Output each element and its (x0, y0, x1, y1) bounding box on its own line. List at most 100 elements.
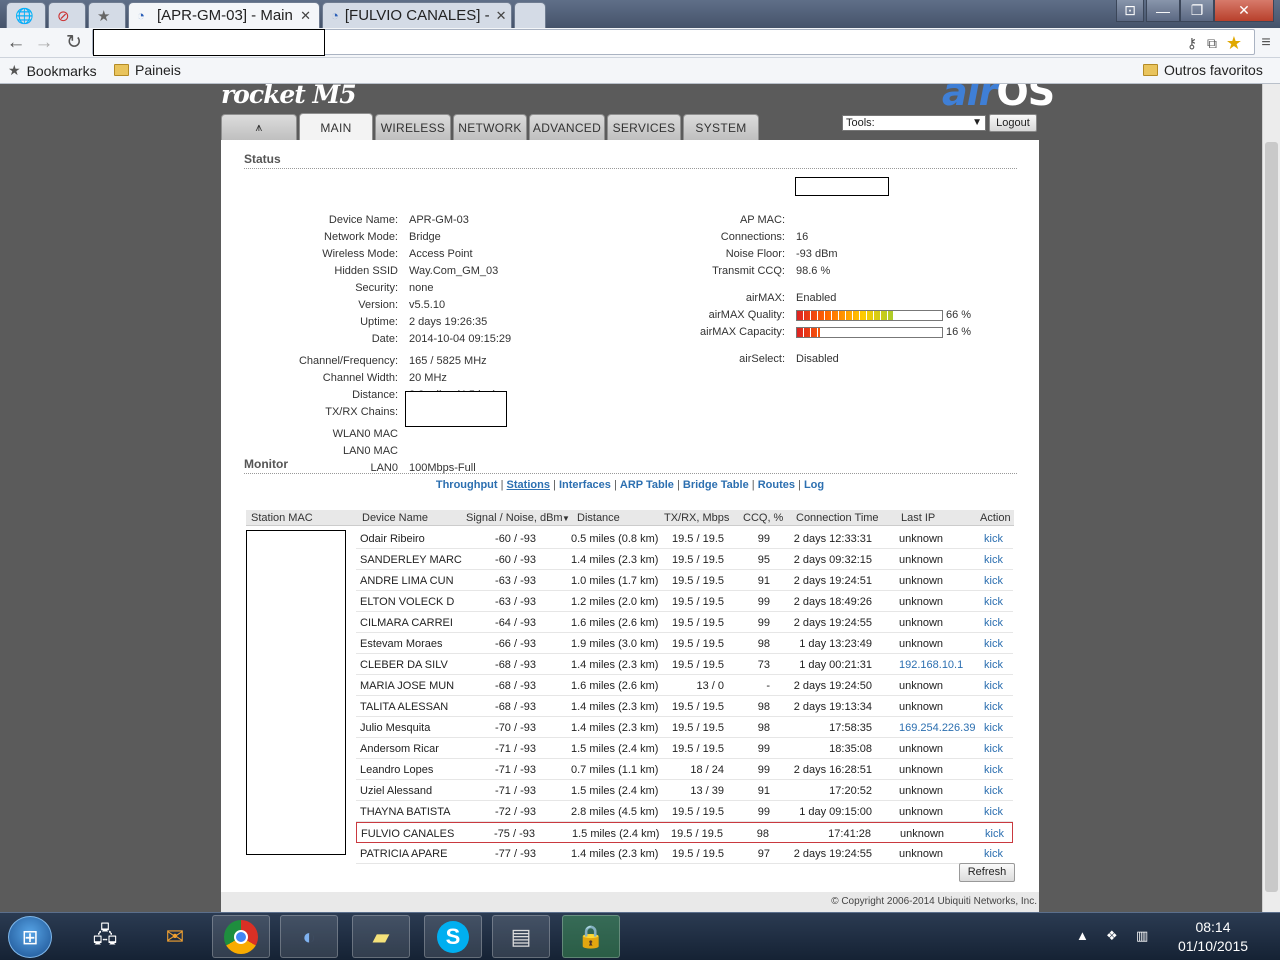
column-header[interactable]: Station MAC (251, 512, 313, 524)
close-window-button[interactable]: ✕ (1214, 0, 1274, 22)
taskbar-network-app[interactable]: 🖧 (76, 915, 134, 958)
user-icon[interactable]: ⊡ (1116, 0, 1144, 22)
kick-link[interactable]: kick (984, 701, 1003, 713)
refresh-button[interactable]: Refresh (959, 863, 1015, 882)
tab-network[interactable]: NETWORK (453, 114, 527, 140)
monitor-link-bridge-table[interactable]: Bridge Table (683, 479, 749, 491)
tab-star[interactable]: ★ (88, 2, 126, 28)
table-row: Julio Mesquita -70 / -93 1.4 miles (2.3 km… (356, 717, 1013, 738)
cell-last-ip: unknown (899, 848, 944, 860)
maximize-button[interactable]: ❐ (1180, 0, 1214, 22)
scrollbar[interactable] (1262, 84, 1280, 912)
kick-link[interactable]: kick (984, 680, 1003, 692)
cell-ccq: 99 (757, 617, 770, 629)
tab-label: WIRELESS (380, 120, 446, 135)
cell-last-ip[interactable]: 192.168.10.1 (899, 659, 963, 671)
bookmark-outros[interactable]: Outros favoritos (1143, 62, 1263, 78)
kick-link[interactable]: kick (984, 659, 1003, 671)
cell-connection-time: 2 days 18:49:26 (793, 596, 872, 608)
kick-link[interactable]: kick (984, 554, 1003, 566)
start-button[interactable]: ⊞ (8, 916, 52, 958)
close-icon[interactable]: ✕ (496, 8, 507, 24)
url-redacted (93, 29, 325, 56)
tab-system[interactable]: SYSTEM (683, 114, 759, 140)
kick-link[interactable]: kick (984, 638, 1003, 650)
taskbar-window-app[interactable]: ▤ (492, 915, 550, 958)
monitor-link-log[interactable]: Log (804, 479, 824, 491)
tab-ubnt-logo[interactable]: ⩚ (221, 114, 297, 140)
kick-link[interactable]: kick (984, 722, 1003, 734)
cell-device-name: Julio Mesquita (360, 722, 431, 734)
status-value: APR-GM-03 (409, 214, 469, 226)
monitor-link-interfaces[interactable]: Interfaces (559, 479, 611, 491)
column-header[interactable]: Device Name (362, 512, 428, 524)
kick-link[interactable]: kick (984, 743, 1003, 755)
kick-link[interactable]: kick (984, 617, 1003, 629)
kick-link[interactable]: kick (984, 575, 1003, 587)
column-header[interactable]: TX/RX, Mbps (664, 512, 729, 524)
kick-link[interactable]: kick (984, 764, 1003, 776)
back-icon[interactable]: ← (4, 31, 28, 55)
kick-link[interactable]: kick (984, 785, 1003, 797)
tab-main[interactable]: MAIN (299, 113, 373, 141)
taskbar-notes[interactable]: ▰ (352, 915, 410, 958)
translate-icon[interactable]: ⧉ (1200, 31, 1224, 55)
column-header[interactable]: Last IP (901, 512, 935, 524)
network-tray-icon[interactable]: ▥ (1136, 928, 1148, 944)
column-header[interactable]: Signal / Noise, dBm (466, 512, 563, 524)
tab-main[interactable]: ◔ [APR-GM-03] - Main ✕ (128, 2, 320, 28)
kick-link[interactable]: kick (984, 533, 1003, 545)
taskbar-outlook[interactable]: ✉ (146, 915, 204, 958)
close-icon[interactable]: ✕ (300, 8, 311, 24)
tab-opera[interactable]: ⊘ (48, 2, 86, 28)
taskbar-chrome[interactable] (212, 915, 270, 958)
logout-button[interactable]: Logout (989, 114, 1037, 132)
reload-icon[interactable]: ↻ (62, 31, 86, 55)
kick-link[interactable]: kick (984, 806, 1003, 818)
monitor-link-routes[interactable]: Routes (758, 479, 795, 491)
new-tab-button[interactable] (514, 2, 546, 28)
cell-last-ip: unknown (899, 806, 944, 818)
kick-link[interactable]: kick (985, 828, 1004, 840)
cell-last-ip[interactable]: 169.254.226.39 (899, 722, 975, 734)
kick-link[interactable]: kick (984, 848, 1003, 860)
cell-txrx: 19.5 / 19.5 (672, 806, 724, 818)
cell-txrx: 19.5 / 19.5 (672, 554, 724, 566)
system-clock[interactable]: 08:14 01/10/2015 (1168, 918, 1258, 956)
show-hidden-icons[interactable]: ▲ (1076, 928, 1089, 943)
taskbar-app-blue[interactable]: ◐ (280, 915, 338, 958)
taskbar-skype[interactable]: S (424, 915, 482, 958)
column-header[interactable]: Distance (577, 512, 620, 524)
bookmark-paineis[interactable]: Paineis (114, 62, 181, 78)
cell-signal: -71 / -93 (495, 743, 536, 755)
scroll-thumb[interactable] (1265, 142, 1278, 892)
bookmark-star-icon[interactable]: ★ (1222, 31, 1246, 55)
star-icon: ★ (8, 62, 21, 78)
column-header[interactable]: CCQ, % (743, 512, 783, 524)
monitor-link-arp-table[interactable]: ARP Table (620, 479, 674, 491)
taskbar-remote-app[interactable]: 🔒 (562, 915, 620, 958)
tab-globe[interactable]: 🌐 (6, 2, 46, 28)
tab-services[interactable]: SERVICES (607, 114, 681, 140)
minimize-button[interactable]: — (1146, 0, 1180, 22)
cell-device-name: FULVIO CANALES (361, 828, 455, 840)
tab-fulvio[interactable]: ◔ [FULVIO CANALES] - ✕ (322, 2, 512, 28)
column-header[interactable]: Connection Time (796, 512, 879, 524)
status-key: Date: (371, 333, 398, 345)
kick-link[interactable]: kick (984, 596, 1003, 608)
tools-select[interactable]: Tools: ▼ (842, 115, 986, 131)
menu-icon[interactable]: ≡ (1254, 31, 1278, 55)
bookmarks-menu[interactable]: ★ Bookmarks (8, 62, 97, 79)
dropbox-icon[interactable]: ❖ (1106, 928, 1118, 944)
column-header[interactable]: Action (980, 512, 1011, 524)
monitor-link-throughput[interactable]: Throughput (436, 479, 498, 491)
tab-advanced[interactable]: ADVANCED (529, 114, 605, 140)
status-key: airMAX Capacity: (700, 326, 785, 338)
cell-distance: 1.4 miles (2.3 km) (571, 554, 659, 566)
forward-icon[interactable]: → (32, 31, 56, 55)
chevron-down-icon: ▼ (972, 117, 982, 128)
tab-wireless[interactable]: WIRELESS (375, 114, 451, 140)
cell-distance: 1.5 miles (2.4 km) (571, 743, 659, 755)
monitor-link-stations[interactable]: Stations (507, 479, 550, 491)
cell-signal: -71 / -93 (495, 764, 536, 776)
